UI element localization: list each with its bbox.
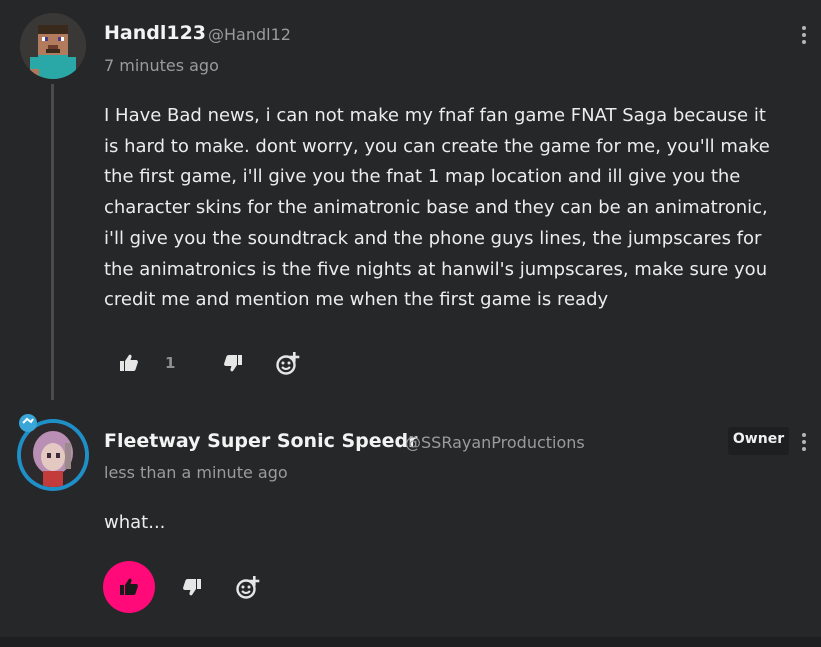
comment-body-line: character skins for the animatronic base… [104,197,768,219]
user-handle: @SSRayanProductions [405,433,585,452]
like-button[interactable] [103,561,155,613]
more-vertical-icon[interactable] [798,433,810,455]
add-reaction-button[interactable] [232,571,264,603]
like-button[interactable] [114,348,144,378]
timestamp: less than a minute ago [104,463,288,482]
comment-body-line: the first game, i'll give you the fnat 1… [104,166,741,188]
owner-badge: Owner [728,427,789,455]
more-vertical-icon[interactable] [798,26,810,48]
member-badge-icon [18,413,38,433]
comment-body-line: what... [104,512,166,533]
comment-body-line: is hard to make. dont worry, you can cre… [104,135,770,157]
user-handle: @Handl12 [208,25,291,44]
thumbs-up-icon [120,578,138,595]
add-reaction-icon [276,352,300,375]
minecraft-avatar-image [20,13,86,79]
comments-page: Handl123 @Handl12 7 minutes ago I Have B… [0,0,821,647]
thumbs-down-icon [224,355,242,372]
thumbs-down-icon [183,579,201,596]
bottom-divider [0,637,821,647]
comment-body-line: the animatronics is the five nights at h… [104,258,768,280]
comment-body: what... [104,508,804,539]
thumbs-up-icon [120,354,138,371]
like-count: 1 [165,354,176,372]
comment-body: I Have Bad news, i can not make my fnaf … [104,101,804,316]
username[interactable]: Fleetway Super Sonic Speedr [104,430,418,452]
comment-body-line: credit me and mention me when the first … [104,289,609,311]
thread-line [51,84,54,400]
comment-body-line: I Have Bad news, i can not make my fnaf … [104,105,766,126]
dislike-button[interactable] [177,572,207,602]
username[interactable]: Handl123 [104,22,206,44]
timestamp: 7 minutes ago [104,56,219,75]
comment-body-line: i'll give you the soundtrack and the pho… [104,227,762,249]
add-reaction-button[interactable] [272,347,304,379]
dislike-button[interactable] [218,348,248,378]
add-reaction-icon [236,576,260,599]
user-avatar[interactable] [20,13,86,79]
